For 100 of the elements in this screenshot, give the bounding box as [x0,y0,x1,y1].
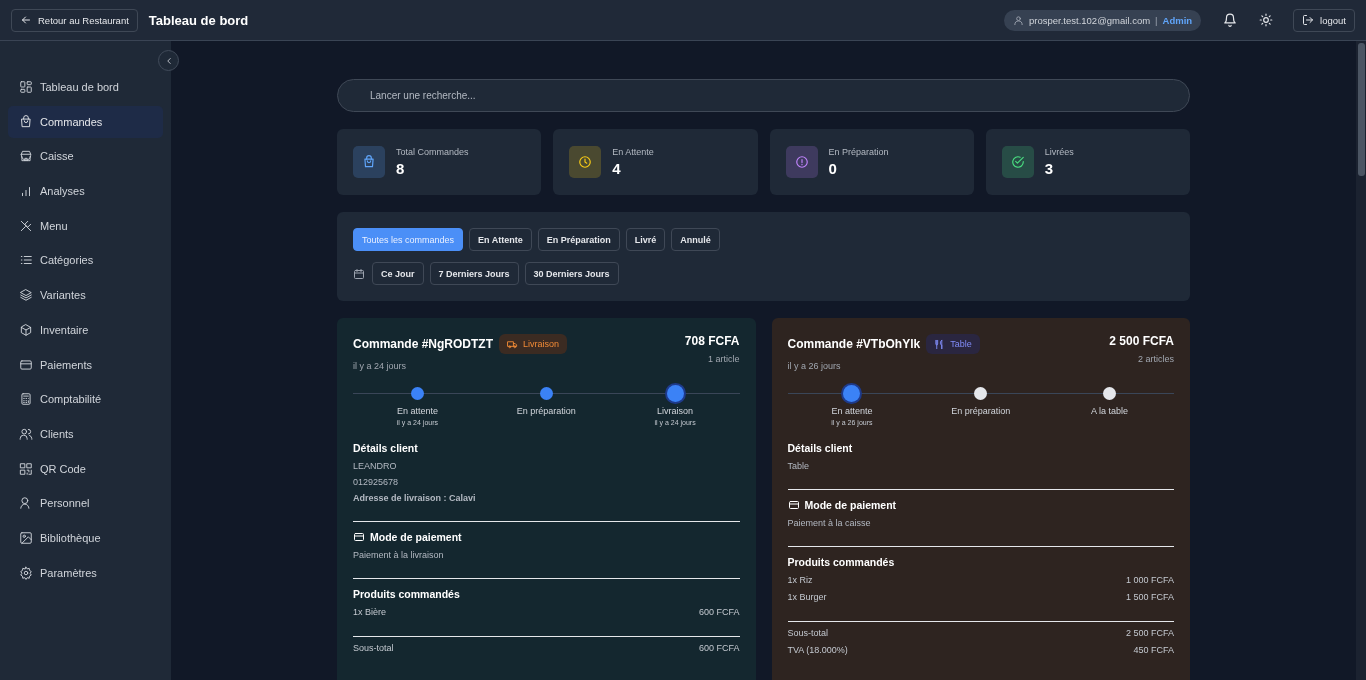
section-heading: Produits commandés [787,556,896,568]
sidebar-item[interactable]: Menu [8,209,163,242]
sidebar-item[interactable]: Clients [8,417,163,450]
sidebar-item[interactable]: Caisse [8,140,163,173]
sidebar-item[interactable]: Commandes [8,105,163,138]
logout-icon [1302,14,1315,26]
status-filter-tab[interactable]: En Préparation [537,228,620,251]
sidebar-item[interactable]: Inventaire [8,313,163,346]
scrollbar-thumb[interactable] [1358,43,1365,176]
client-info: Table [787,461,810,471]
qr-code-icon [19,461,33,476]
back-button[interactable]: Retour au Restaurant [11,8,138,32]
bar-chart-icon [19,184,33,199]
scrollbar[interactable] [1356,41,1366,680]
truck-icon [507,338,518,350]
sidebar-item[interactable]: Paiements [8,348,163,381]
total-label: Sous-total [787,628,829,638]
sidebar-item[interactable]: QR Code [8,452,163,485]
collapse-button[interactable] [158,50,179,71]
search-field[interactable]: Lancer une recherche... [337,79,1190,112]
order-title: Commande #NgRODTZT [353,337,493,351]
section-heading: Mode de paiement [804,499,897,511]
order-time: il y a 26 jours [787,361,842,371]
status-filter-tab[interactable]: Livré [625,228,666,251]
user-email: prosper.test.102@gmail.com [1029,14,1151,26]
user-role: Admin [1162,14,1193,26]
stat-label: En Attente [612,147,654,157]
client-info: 012925678 [353,477,400,487]
client-info: LEANDRO [353,461,398,471]
order-title: Commande #VTbOhYlk [787,337,921,351]
grid-icon [19,80,33,94]
product-price: 1 000 FCFA [1125,575,1174,585]
order-total: 708 FCFA [684,334,740,348]
arrow-left-icon [20,14,32,26]
order-total: 2 500 FCFA [1109,334,1174,348]
product-price: 1 500 FCFA [1125,592,1174,602]
total-value: 2 500 FCFA [1125,628,1174,638]
payment-method: Paiement à la livraison [353,550,445,560]
payment-method: Paiement à la caisse [787,518,872,528]
layers-icon [19,288,33,303]
item-count: 2 articles [1137,354,1174,364]
product-price: 600 FCFA [698,607,740,617]
stat-label: Total Commandes [396,147,469,157]
stat-label: En Préparation [828,147,889,157]
image-icon [19,530,33,545]
delivery-address: Adresse de livraison : Calavi [353,493,477,503]
bag-icon [19,114,33,129]
sidebar-item[interactable]: Paramètres [8,556,163,589]
order-time: il y a 24 jours [353,361,408,371]
step-label: Livraison [657,406,694,416]
total-value: 450 FCFA [1133,645,1174,655]
sidebar-item[interactable]: Personnel [8,487,163,520]
separator: | [1155,14,1158,26]
sidebar-item[interactable]: Variantes [8,279,163,312]
item-count: 1 article [707,354,740,364]
step-label: En préparation [516,406,576,416]
sidebar-item[interactable]: Tableau de bord [8,71,163,103]
section-heading: Mode de paiement [370,531,462,543]
sun-icon[interactable] [1259,13,1274,27]
storefront-icon [19,149,33,164]
product-name: 1x Burger [787,592,827,602]
sidebar-item[interactable]: Bibliothèque [8,521,163,554]
section-heading: Produits commandés [353,588,461,600]
sidebar-item[interactable]: Analyses [8,175,163,208]
total-label: Sous-total [353,643,394,653]
order-type-badge: Table [926,334,980,354]
calculator-icon [19,392,33,407]
credit-card-icon [353,531,365,543]
credit-card-icon [787,499,800,511]
step-label: En attente [396,406,438,416]
credit-card-icon [19,357,33,372]
period-filter-button[interactable]: 7 Derniers Jours [429,262,519,285]
total-label: TVA (18.000%) [787,645,848,655]
settings-icon [19,565,33,580]
section-heading: Détails client [353,442,419,454]
sidebar-item[interactable]: Comptabilité [8,383,163,416]
section-heading: Détails client [787,442,854,454]
users-icon [19,426,33,441]
product-name: 1x Riz [787,575,813,585]
calendar-icon [353,267,365,280]
period-filter-button[interactable]: Ce Jour [372,262,424,285]
sidebar-item[interactable]: Catégories [8,244,163,277]
step-label: En préparation [951,406,1011,416]
step-label: En attente [831,406,873,416]
page-title: Tableau de bord [148,12,249,28]
step-label: A la table [1091,406,1129,416]
product-name: 1x Bière [353,607,387,617]
order-type-badge: Livraison [499,334,568,354]
status-filter-tab[interactable]: En Attente [469,228,532,251]
stat-value: 4 [612,160,622,177]
logout-button[interactable]: logout [1293,8,1355,32]
status-filter-tab[interactable]: Annulé [671,228,720,251]
stat-value: 0 [828,160,838,177]
notification-bell-icon[interactable] [1223,13,1238,27]
box-icon [19,322,33,337]
period-filter-button[interactable]: 30 Derniers Jours [524,262,619,285]
user-icon [1013,14,1024,26]
stat-label: Livrées [1044,147,1074,157]
total-value: 600 FCFA [698,643,740,653]
stat-value: 3 [1044,160,1055,177]
